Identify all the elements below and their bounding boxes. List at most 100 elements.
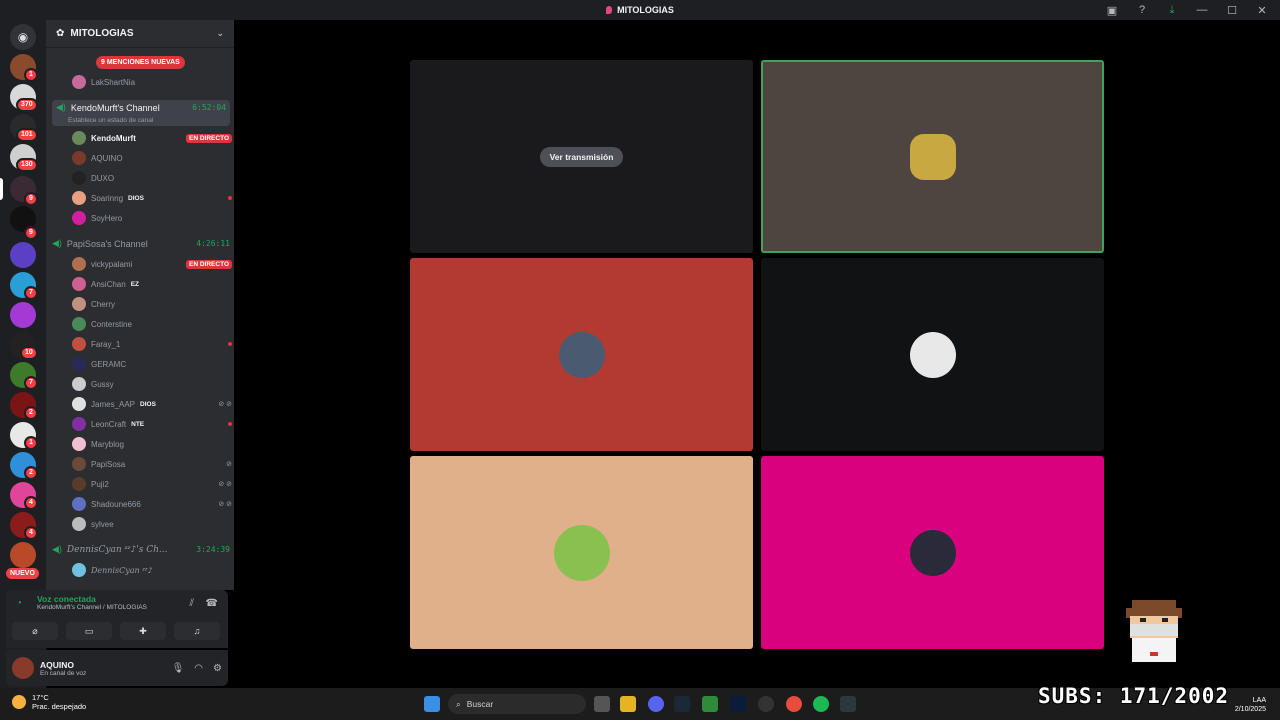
channel-timer: 3:24:39 — [196, 545, 230, 554]
voice-stage: Ver transmisión — [234, 20, 1280, 688]
disconnect-icon[interactable]: ☎ — [206, 598, 218, 609]
spotify-icon[interactable] — [813, 696, 829, 712]
voice-member[interactable]: Cherry — [72, 295, 232, 313]
stream-tile[interactable]: Ver transmisión — [410, 60, 753, 253]
file-explorer-icon[interactable] — [620, 696, 636, 712]
participant-tile[interactable] — [761, 456, 1104, 649]
voice-member[interactable]: DUXO — [72, 169, 232, 187]
close-icon[interactable]: ✕ — [1254, 2, 1270, 18]
channel-status[interactable]: Establece un estado de canal — [68, 117, 226, 124]
voice-member[interactable]: Soarinng DIOS — [72, 189, 232, 207]
discord-home-icon[interactable]: ◉ — [10, 24, 36, 50]
guild-badge: 370 — [16, 98, 38, 112]
maximize-icon[interactable]: ☐ — [1224, 2, 1240, 18]
avatar — [558, 331, 605, 378]
avatar — [72, 151, 86, 165]
camera-button[interactable]: ⌀ — [12, 622, 58, 640]
chrome-icon[interactable] — [786, 696, 802, 712]
avatar — [72, 317, 86, 331]
inbox-icon[interactable]: ▣ — [1104, 2, 1120, 18]
photoshop-icon[interactable] — [730, 696, 746, 712]
participant-tile[interactable] — [761, 258, 1104, 451]
avatar — [72, 75, 86, 89]
soundboard-button[interactable]: ♫ — [174, 622, 220, 640]
screen-share-icon: ▭ — [84, 625, 94, 636]
avatar — [72, 563, 86, 577]
gear-icon[interactable]: ⚙ — [213, 663, 222, 674]
title-bar: MITOLOGIAS ▣ ? ⤓ — ☐ ✕ — [0, 0, 1280, 20]
participant-tile[interactable] — [410, 456, 753, 649]
voice-member[interactable]: KendoMurft EN DIRECTO — [72, 129, 232, 147]
live-dot — [228, 342, 232, 346]
task-view-icon[interactable] — [594, 696, 610, 712]
terminal-icon[interactable] — [840, 696, 856, 712]
system-tray[interactable]: LAA 2/10/2025 — [1235, 696, 1266, 714]
server-header[interactable]: ✿ MITOLOGIAS ⌄ — [46, 20, 234, 48]
steam-icon[interactable] — [674, 696, 690, 712]
voice-member[interactable]: Conterstine — [72, 315, 232, 333]
voice-member[interactable]: vickypalami EN DIRECTO — [72, 255, 232, 273]
weather-widget[interactable]: 17°C Prac. despejado — [12, 693, 86, 711]
new-badge[interactable]: NUEVO — [6, 568, 39, 579]
voice-member[interactable]: Faray_1 — [72, 335, 232, 353]
guild-badge: 9 — [24, 226, 38, 240]
voice-member[interactable]: Gussy — [72, 375, 232, 393]
voice-member[interactable]: LakShartNia — [72, 73, 232, 91]
server-icon — [606, 6, 613, 14]
voice-member[interactable]: James_AAP DIOS ⊘ ⊘ — [72, 395, 232, 413]
server-icon[interactable] — [10, 542, 36, 568]
guild-badge: 4 — [24, 496, 38, 510]
muted-icon: ⊘ — [226, 461, 232, 468]
avatar — [72, 517, 86, 531]
voice-member[interactable]: AnsiChan EZ — [72, 275, 232, 293]
headphones-icon[interactable]: ◠ — [194, 663, 203, 674]
voice-member[interactable]: LeonCraft NTE — [72, 415, 232, 433]
server-list: ◉ 1 370 101 130 9 9 7 10 7 2 1 2 4 4 NUE… — [0, 20, 46, 688]
guild-badge: 10 — [20, 346, 38, 360]
avatar[interactable] — [12, 657, 34, 679]
muted-icon: ⊘ ⊘ — [218, 481, 232, 488]
mentions-banner[interactable]: 9 MENCIONES NUEVAS — [96, 56, 185, 69]
guild-badge: 2 — [24, 466, 38, 480]
activities-button[interactable]: ✚ — [120, 622, 166, 640]
role-tag: NTE — [131, 420, 145, 428]
participant-tile[interactable] — [761, 60, 1104, 253]
avatar — [72, 417, 86, 431]
xbox-icon[interactable] — [702, 696, 718, 712]
voice-member[interactable]: AQUINO — [72, 149, 232, 167]
voice-member[interactable]: Maryblog — [72, 435, 232, 453]
watch-stream-button[interactable]: Ver transmisión — [539, 146, 624, 167]
server-icon[interactable] — [10, 302, 36, 328]
subs-counter-overlay: SUBS: 171/2002 — [1038, 684, 1230, 708]
discord-icon[interactable] — [648, 696, 664, 712]
voice-member[interactable]: Puji2 ⊘ ⊘ — [72, 475, 232, 493]
voice-member[interactable]: GERAMC — [72, 355, 232, 373]
voice-channel-kendomurft[interactable]: ◀) KendoMurft's Channel 6:52:04 Establec… — [52, 100, 230, 126]
voice-member[interactable]: sylvee — [72, 515, 232, 533]
screen-share-button[interactable]: ▭ — [66, 622, 112, 640]
user-panel: AQUINO En canal de voz 🎙 ◠ ⚙ — [6, 650, 228, 686]
voice-member[interactable]: Shadoune666 ⊘ ⊘ — [72, 495, 232, 513]
avatar — [909, 331, 956, 378]
guild-badge: 9 — [24, 192, 38, 206]
server-icon[interactable] — [10, 242, 36, 268]
help-icon[interactable]: ? — [1134, 2, 1150, 18]
voice-connected-label[interactable]: Voz conectada — [37, 594, 222, 604]
minimize-icon[interactable]: — — [1194, 2, 1210, 18]
microphone-icon[interactable]: 🎙 — [172, 663, 185, 674]
signal-icon[interactable]: ◔ — [16, 598, 22, 609]
live-dot — [228, 196, 232, 200]
start-icon[interactable] — [424, 696, 440, 712]
voice-channel-papisosa[interactable]: ◀) PapiSosa's Channel 4:26:11 — [52, 238, 230, 249]
voice-channel-denniscyan[interactable]: ◀) DennisCyan ᶻᶻ♪'s Ch... 3:24:39 — [52, 544, 230, 555]
channel-timer: 4:26:11 — [196, 239, 230, 248]
participant-tile[interactable] — [410, 258, 753, 451]
voice-member[interactable]: SoyHero — [72, 209, 232, 227]
obs-icon[interactable] — [758, 696, 774, 712]
voice-member[interactable]: PapiSosa ⊘ — [72, 455, 232, 473]
voice-member[interactable]: DennisCyan ᶻᶻ♪ — [72, 561, 232, 579]
download-icon[interactable]: ⤓ — [1164, 2, 1180, 18]
noise-suppression-icon[interactable]: ⫽ — [190, 598, 194, 609]
search-bar[interactable]: ⌕ Buscar — [448, 694, 586, 714]
live-badge: EN DIRECTO — [186, 259, 232, 269]
